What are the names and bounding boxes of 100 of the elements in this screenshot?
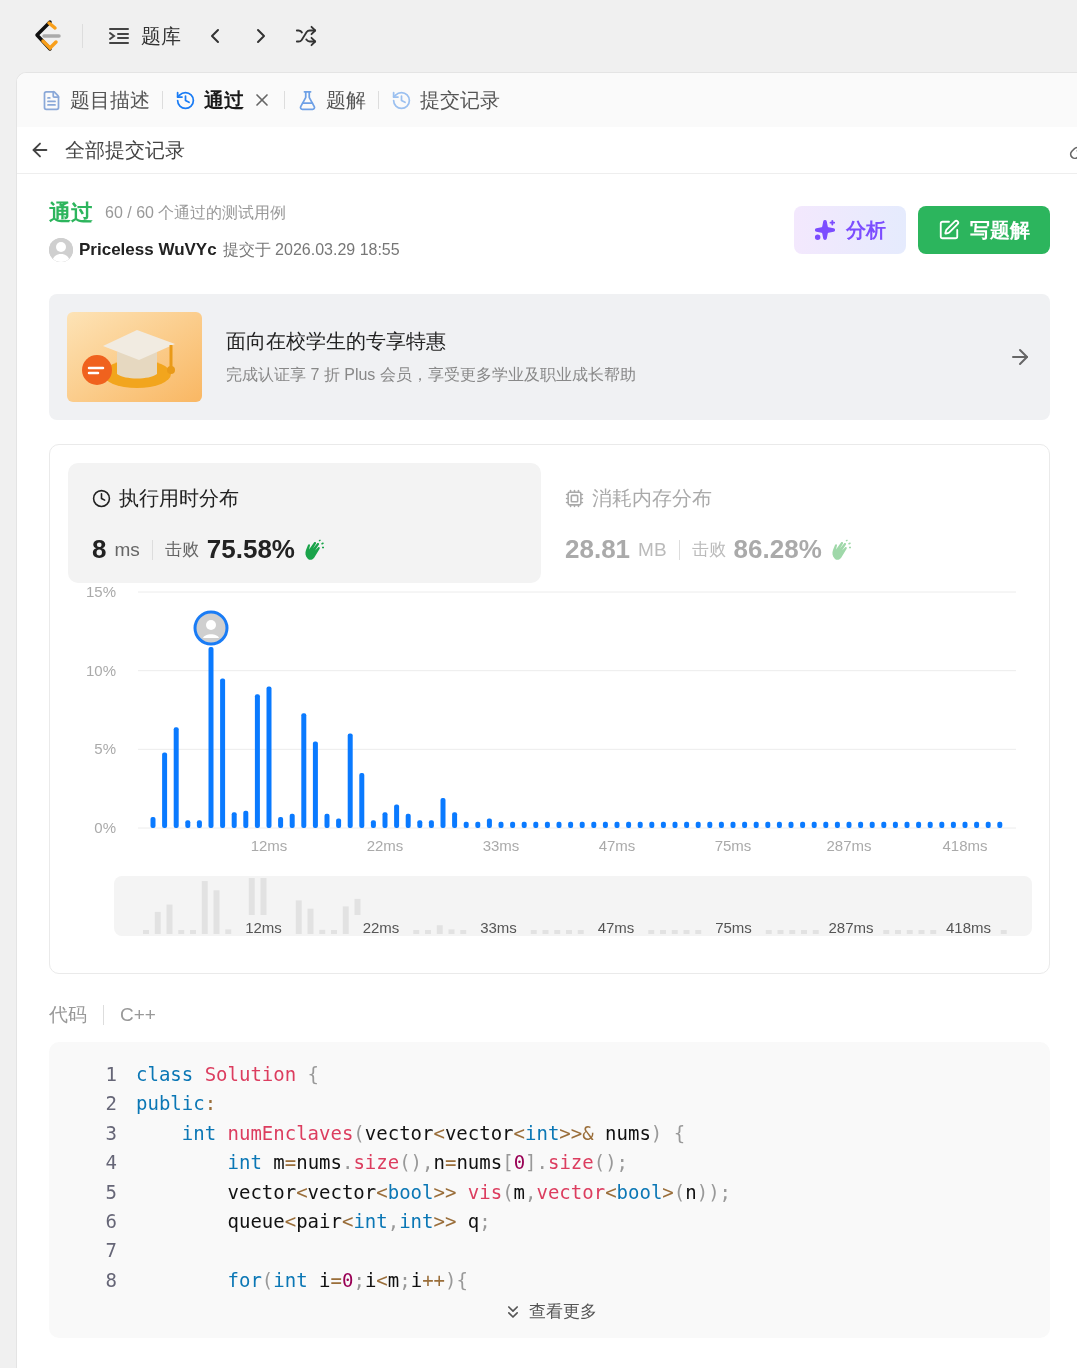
bar[interactable] (521, 821, 527, 828)
bar[interactable] (475, 821, 481, 828)
bar[interactable] (486, 818, 492, 828)
bar[interactable] (254, 694, 260, 828)
overview-label: 33ms (480, 919, 517, 936)
bar[interactable] (823, 821, 829, 828)
bar[interactable] (301, 713, 307, 828)
bar[interactable] (312, 741, 318, 828)
bar[interactable] (185, 820, 191, 828)
overview-label: 47ms (597, 919, 635, 936)
bar[interactable] (173, 727, 179, 828)
bar[interactable] (649, 821, 655, 828)
bar[interactable] (220, 678, 226, 828)
bar[interactable] (452, 812, 458, 828)
bar[interactable] (510, 821, 516, 828)
bar[interactable] (208, 647, 214, 828)
bar[interactable] (359, 772, 365, 828)
bar[interactable] (243, 810, 249, 828)
bar[interactable] (266, 686, 272, 828)
promo-banner[interactable]: 面向在校学生的专享特惠 完成认证享 7 折 Plus 会员，享受更多学业及职业成长帮助 (49, 294, 1050, 420)
show-more-button[interactable]: 查看更多 (496, 1299, 603, 1325)
bar[interactable] (672, 821, 678, 828)
bar[interactable] (533, 821, 539, 828)
code-line: queue<pair<int,int>> q; (226, 1209, 491, 1235)
clock-icon (92, 489, 111, 508)
bar[interactable] (962, 821, 968, 828)
bar[interactable] (278, 817, 284, 828)
bar[interactable] (904, 821, 910, 828)
bar[interactable] (428, 820, 434, 828)
code-line: public: (136, 1091, 217, 1117)
bar[interactable] (602, 821, 608, 828)
bar[interactable] (997, 821, 1003, 828)
bar[interactable] (614, 821, 620, 828)
logo-icon[interactable] (32, 19, 62, 53)
bar[interactable] (463, 821, 469, 828)
stat-card[interactable]: 执行用时分布 8 ms 击败 75.58% (68, 463, 541, 583)
shuffle-icon (295, 25, 317, 47)
bar[interactable] (336, 818, 342, 828)
bar[interactable] (324, 813, 330, 828)
avatar-marker[interactable] (193, 610, 229, 646)
bar[interactable] (347, 733, 353, 828)
username[interactable]: Priceless WuVYc (79, 240, 217, 260)
bar[interactable] (568, 821, 574, 828)
bar[interactable] (544, 821, 550, 828)
bar[interactable] (556, 821, 562, 828)
bar[interactable] (776, 821, 782, 828)
bar[interactable] (892, 821, 898, 828)
submit-time: 提交于 2026.03.29 18:55 (222, 239, 400, 260)
tab[interactable]: 题目描述 (35, 86, 156, 114)
bar[interactable] (382, 812, 388, 828)
tab[interactable]: 通过 (169, 86, 278, 114)
bar[interactable] (881, 821, 887, 828)
bar[interactable] (811, 821, 817, 828)
line-number: 4 (104, 1150, 118, 1176)
bar[interactable] (765, 821, 771, 828)
bar[interactable] (394, 804, 400, 828)
bar[interactable] (939, 821, 945, 828)
bar[interactable] (858, 821, 864, 828)
bar[interactable] (742, 821, 748, 828)
tab[interactable]: 提交记录 (385, 86, 506, 114)
bar[interactable] (196, 820, 202, 828)
bar[interactable] (626, 821, 632, 828)
bar[interactable] (660, 821, 666, 828)
bar[interactable] (753, 821, 759, 828)
problem-list-button[interactable]: 题库 (103, 18, 185, 54)
bar[interactable] (417, 820, 423, 828)
bar[interactable] (730, 821, 736, 828)
bar[interactable] (788, 821, 794, 828)
test-cases-text: 60 / 60 个通过的测试用例 (105, 202, 287, 223)
bar[interactable] (637, 821, 643, 828)
bar[interactable] (498, 821, 504, 828)
bar[interactable] (591, 821, 597, 828)
bar[interactable] (707, 821, 713, 828)
bar[interactable] (440, 798, 446, 828)
bar[interactable] (684, 821, 690, 828)
bar[interactable] (162, 752, 168, 828)
bar[interactable] (231, 812, 237, 828)
line-number: 5 (104, 1179, 118, 1205)
bar[interactable] (695, 821, 701, 828)
tab[interactable]: 题解 (291, 86, 372, 114)
bar[interactable] (846, 821, 852, 828)
line-number: 8 (104, 1267, 118, 1293)
bar[interactable] (927, 821, 933, 828)
bar[interactable] (985, 821, 991, 828)
bar[interactable] (405, 813, 411, 828)
bar[interactable] (150, 817, 156, 828)
promo-title: 面向在校学生的专享特惠 (226, 329, 447, 354)
bar[interactable] (916, 821, 922, 828)
bar[interactable] (834, 821, 840, 828)
bar[interactable] (370, 820, 376, 828)
bar[interactable] (579, 821, 585, 828)
bar[interactable] (718, 821, 724, 828)
axis-label: 75ms (714, 837, 752, 854)
analyze-button[interactable]: 分析 (794, 206, 906, 254)
bar[interactable] (950, 821, 956, 828)
bar[interactable] (800, 821, 806, 828)
bar[interactable] (869, 821, 875, 828)
back-link[interactable]: 全部提交记录 (29, 136, 185, 164)
bar[interactable] (289, 813, 295, 828)
bar[interactable] (974, 821, 980, 828)
